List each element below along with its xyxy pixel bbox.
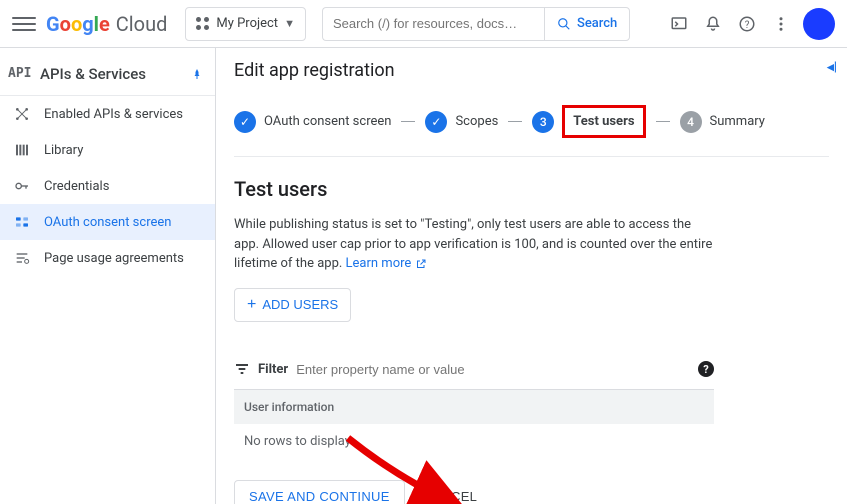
notifications-icon[interactable] <box>701 12 725 36</box>
brand-cloud-label: Cloud <box>116 12 168 36</box>
collapse-panel-icon[interactable]: ◂| <box>827 60 837 75</box>
main-content: ◂| Edit app registration ✓ OAuth consent… <box>216 48 847 504</box>
cloud-shell-icon[interactable] <box>667 12 691 36</box>
learn-more-link[interactable]: Learn more <box>346 256 427 271</box>
table-header-row: User information <box>234 390 714 424</box>
external-link-icon <box>415 258 427 270</box>
project-picker[interactable]: My Project ▼ <box>185 7 306 41</box>
add-users-button[interactable]: + ADD USERS <box>234 288 351 322</box>
pin-icon[interactable] <box>191 66 203 82</box>
consent-icon <box>12 214 32 230</box>
page-title: Edit app registration <box>234 60 829 81</box>
project-name: My Project <box>216 16 278 31</box>
search-input[interactable] <box>322 7 544 41</box>
library-icon <box>12 142 32 158</box>
sidebar-item-label: Credentials <box>44 179 109 194</box>
empty-text: No rows to display <box>244 434 351 449</box>
step-number: 3 <box>532 111 554 133</box>
sidebar-item-label: OAuth consent screen <box>44 215 171 230</box>
plus-icon: + <box>247 296 256 314</box>
sidebar-item-label: Library <box>44 143 83 158</box>
step-scopes[interactable]: ✓ Scopes <box>425 111 498 133</box>
step-label: Test users <box>562 105 645 138</box>
step-connector <box>656 121 670 122</box>
sidebar-item-label: Enabled APIs & services <box>44 107 183 122</box>
filter-label: Filter <box>258 362 288 377</box>
step-test-users[interactable]: 3 Test users <box>532 105 645 138</box>
sidebar-header: API APIs & Services <box>0 52 215 96</box>
sidebar-item-oauth-consent[interactable]: OAuth consent screen <box>0 204 215 240</box>
sidebar-item-library[interactable]: Library <box>0 132 215 168</box>
menu-icon[interactable] <box>12 12 36 36</box>
step-connector <box>401 121 415 122</box>
search-button-label: Search <box>577 16 617 31</box>
search-button[interactable]: Search <box>544 7 630 41</box>
check-icon: ✓ <box>234 111 256 133</box>
brand-logo[interactable]: Google Cloud <box>46 12 167 36</box>
top-bar: Google Cloud My Project ▼ Search ? <box>0 0 847 48</box>
sidebar-item-enabled-apis[interactable]: Enabled APIs & services <box>0 96 215 132</box>
help-icon[interactable]: ? <box>735 12 759 36</box>
table-empty-row: No rows to display <box>234 424 714 460</box>
action-row: SAVE AND CONTINUE CANCEL <box>234 480 829 504</box>
filter-row: Filter ? <box>234 350 714 390</box>
enabled-apis-icon <box>12 106 32 122</box>
sidebar-title: APIs & Services <box>40 65 191 83</box>
more-icon[interactable] <box>769 12 793 36</box>
search-wrap: Search <box>322 7 630 41</box>
table-header-label: User information <box>244 400 334 414</box>
filter-icon <box>234 361 250 377</box>
agreements-icon <box>12 250 32 266</box>
key-icon <box>12 178 32 194</box>
add-users-label: ADD USERS <box>262 297 338 312</box>
api-logo: API <box>8 66 32 81</box>
stepper: ✓ OAuth consent screen ✓ Scopes 3 Test u… <box>234 99 829 157</box>
step-oauth-consent[interactable]: ✓ OAuth consent screen <box>234 111 391 133</box>
svg-text:?: ? <box>745 19 750 30</box>
filter-help-icon[interactable]: ? <box>698 361 714 377</box>
filter-input[interactable] <box>296 362 690 377</box>
cancel-button[interactable]: CANCEL <box>423 489 478 504</box>
sidebar: API APIs & Services Enabled APIs & servi… <box>0 48 216 504</box>
check-icon: ✓ <box>425 111 447 133</box>
sidebar-item-label: Page usage agreements <box>44 251 184 266</box>
sidebar-item-page-usage[interactable]: Page usage agreements <box>0 240 215 276</box>
chevron-down-icon: ▼ <box>284 17 295 30</box>
section-title: Test users <box>234 177 829 201</box>
sidebar-item-credentials[interactable]: Credentials <box>0 168 215 204</box>
search-icon <box>557 17 571 31</box>
step-label: OAuth consent screen <box>264 114 391 129</box>
step-summary[interactable]: 4 Summary <box>680 111 765 133</box>
step-connector <box>508 121 522 122</box>
step-label: Summary <box>710 114 765 129</box>
project-icon <box>196 17 210 31</box>
users-table: Filter ? User information No rows to dis… <box>234 350 714 460</box>
help-text-body: While publishing status is set to "Testi… <box>234 217 712 271</box>
avatar[interactable] <box>803 8 835 40</box>
step-label: Scopes <box>455 114 498 129</box>
save-and-continue-button[interactable]: SAVE AND CONTINUE <box>234 480 405 504</box>
step-number: 4 <box>680 111 702 133</box>
help-text: While publishing status is set to "Testi… <box>234 215 714 274</box>
